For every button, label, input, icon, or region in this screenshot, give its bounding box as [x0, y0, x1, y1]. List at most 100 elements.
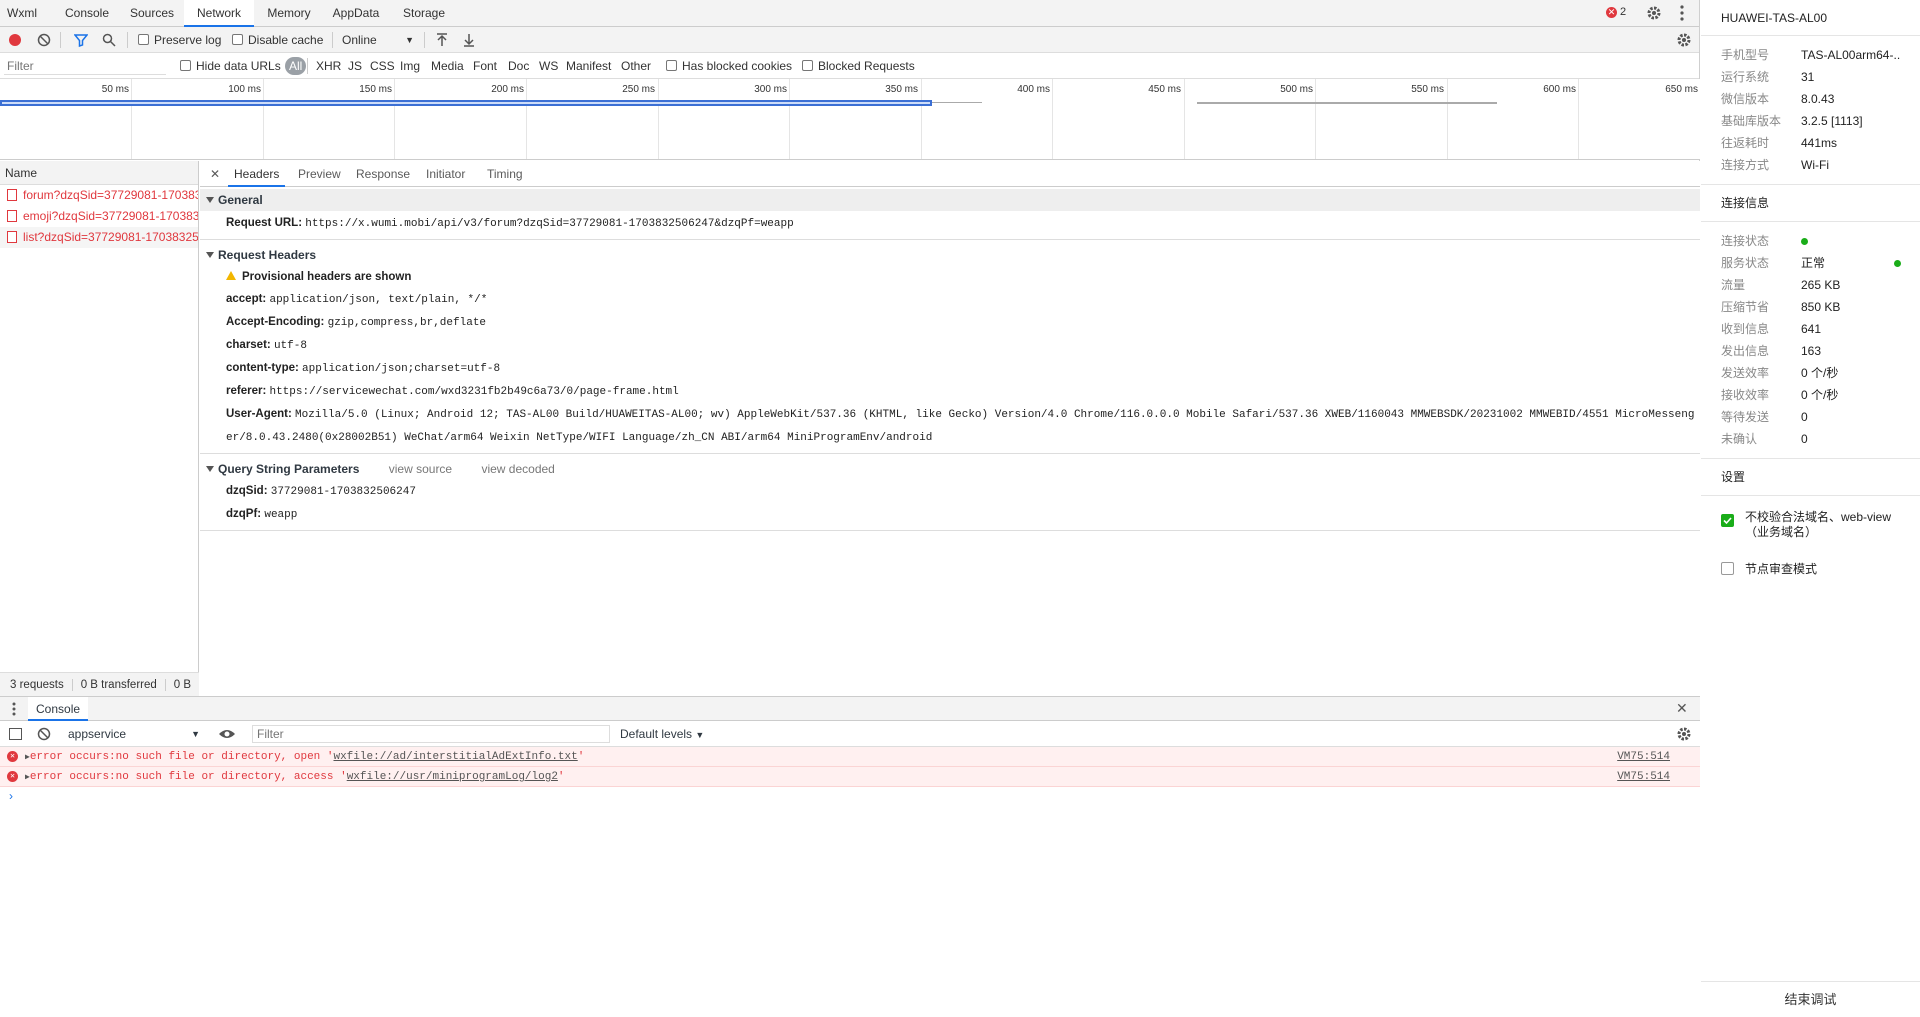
log-levels-select[interactable]: Default levels ▼ — [620, 721, 704, 747]
header-row: Accept-Encoding: gzip,compress,br,deflat… — [226, 316, 487, 329]
has-blocked-cookies-label: Has blocked cookies — [682, 59, 793, 73]
tab-wxml[interactable]: Wxml — [0, 0, 44, 27]
query-params-section-toggle[interactable]: Query String Parameters view source view… — [200, 458, 1700, 480]
timeline-tick-label: 600 ms — [1543, 84, 1576, 95]
type-filter-media[interactable]: Media — [431, 53, 464, 79]
sidebar-toggle-icon[interactable] — [9, 728, 22, 740]
tab-timing[interactable]: Timing — [487, 161, 523, 187]
connection-section-title: 连接信息 — [1721, 196, 1770, 210]
error-file-link[interactable]: wxfile://ad/interstitialAdExtInfo.txt — [333, 751, 577, 763]
console-error-message[interactable]: ✕ ▶error occurs:no such file or director… — [0, 747, 1700, 767]
clear-console-icon[interactable] — [37, 727, 51, 741]
error-text: error occurs:no such file or directory, … — [29, 771, 347, 783]
expand-triangle-icon — [206, 197, 214, 203]
tab-preview[interactable]: Preview — [298, 161, 341, 187]
general-title: General — [218, 193, 263, 207]
type-filter-all[interactable]: All — [285, 57, 307, 75]
console-drawer: Console ✕ appservice ▼ Default levels ▼ — [0, 696, 1700, 1017]
view-decoded-link[interactable]: view decoded — [481, 462, 554, 476]
checkbox-checked-icon[interactable] — [1721, 514, 1734, 527]
device-info-row: 手机型号 TAS-AL00arm64-... — [1721, 48, 1901, 62]
header-row: referer: https://servicewechat.com/wxd32… — [226, 385, 679, 398]
tab-storage[interactable]: Storage — [398, 0, 450, 27]
type-filter-manifest[interactable]: Manifest — [566, 53, 611, 79]
source-link[interactable]: VM75:514 — [1617, 767, 1670, 787]
import-har-icon[interactable] — [436, 33, 448, 47]
type-filter-img[interactable]: Img — [400, 53, 420, 79]
warning-icon — [226, 271, 236, 280]
type-filter-font[interactable]: Font — [473, 53, 497, 79]
console-tab-bar: Console ✕ — [0, 697, 1700, 721]
console-tab[interactable]: Console — [28, 697, 89, 721]
requests-count: 3 requests — [0, 679, 73, 691]
request-row[interactable]: emoji?dzqSid=37729081-1703832506247&dzqP… — [0, 206, 198, 227]
request-list: Name forum?dzqSid=37729081-1703832506247… — [0, 161, 199, 696]
has-blocked-cookies-checkbox[interactable]: Has blocked cookies — [666, 53, 792, 79]
type-filter-ws[interactable]: WS — [539, 53, 558, 79]
disable-cache-checkbox[interactable]: Disable cache — [232, 27, 323, 53]
checkbox-icon[interactable] — [1721, 562, 1734, 575]
name-column-header[interactable]: Name — [0, 161, 198, 185]
console-filter-input[interactable] — [252, 725, 610, 743]
device-name: HUAWEI-TAS-AL00 — [1701, 0, 1920, 36]
query-param-row: dzqSid: 37729081-1703832506247 — [226, 485, 416, 498]
timeline-tick-label: 200 ms — [491, 84, 524, 95]
clear-icon[interactable] — [37, 33, 51, 47]
filter-input[interactable] — [4, 57, 166, 75]
record-icon[interactable] — [9, 34, 21, 46]
drawer-menu-icon[interactable] — [12, 701, 16, 717]
request-headers-section-toggle[interactable]: Request Headers — [200, 244, 1700, 266]
timeline-tick-label: 250 ms — [622, 84, 655, 95]
close-drawer-icon[interactable]: ✕ — [1676, 700, 1688, 717]
view-source-link[interactable]: view source — [389, 462, 452, 476]
node-inspect-setting[interactable]: 节点审查模式 — [1701, 556, 1920, 582]
hide-data-urls-checkbox[interactable]: Hide data URLs — [180, 53, 281, 79]
general-section-toggle[interactable]: General — [200, 189, 1700, 211]
error-icon: ✕ — [7, 771, 18, 782]
tab-sources[interactable]: Sources — [124, 0, 180, 27]
request-name: list?dzqSid=37729081-1703832506247&dzqPf… — [23, 230, 198, 244]
tab-network[interactable]: Network — [184, 0, 254, 27]
console-prompt-icon[interactable]: › — [9, 789, 13, 803]
error-counter[interactable]: ✕ 2 — [1606, 6, 1626, 18]
tab-appdata[interactable]: AppData — [328, 0, 384, 27]
status-dot-icon — [1801, 238, 1808, 245]
timeline-tick-label: 50 ms — [101, 84, 129, 95]
type-filter-other[interactable]: Other — [621, 53, 651, 79]
skip-domain-check-setting[interactable]: 不校验合法域名、web-view（业务域名） — [1701, 508, 1920, 556]
tab-console[interactable]: Console — [59, 0, 115, 27]
export-har-icon[interactable] — [463, 33, 475, 47]
source-link[interactable]: VM75:514 — [1617, 747, 1670, 767]
request-row[interactable]: forum?dzqSid=37729081-1703832506247&dzqP… — [0, 185, 198, 206]
type-filter-doc[interactable]: Doc — [508, 53, 529, 79]
console-error-message[interactable]: ✕ ▶error occurs:no such file or director… — [0, 767, 1700, 787]
tab-response[interactable]: Response — [356, 161, 410, 187]
close-detail-icon[interactable]: ✕ — [210, 161, 220, 187]
context-value: appservice — [68, 727, 127, 741]
throttling-select[interactable]: Online ▼ — [342, 27, 414, 53]
preserve-log-checkbox[interactable]: Preserve log — [138, 27, 221, 53]
request-row-selected[interactable]: list?dzqSid=37729081-1703832506247&dzqPf… — [0, 227, 198, 248]
tab-memory[interactable]: Memory — [262, 0, 316, 27]
filter-icon[interactable] — [74, 33, 88, 47]
error-icon: ✕ — [1606, 6, 1617, 18]
type-filter-css[interactable]: CSS — [370, 53, 395, 79]
tab-headers[interactable]: Headers — [228, 161, 286, 187]
error-icon: ✕ — [7, 751, 18, 762]
search-icon[interactable] — [102, 33, 116, 47]
more-options-icon[interactable] — [1680, 4, 1684, 22]
settings-gear-icon[interactable] — [1646, 5, 1662, 21]
blocked-requests-checkbox[interactable]: Blocked Requests — [802, 53, 915, 79]
hide-data-urls-label: Hide data URLs — [196, 59, 281, 73]
file-icon — [7, 231, 17, 243]
context-select[interactable]: appservice ▼ — [68, 721, 200, 747]
network-settings-gear-icon[interactable] — [1676, 32, 1692, 48]
eye-icon[interactable] — [218, 727, 236, 741]
console-settings-gear-icon[interactable] — [1676, 726, 1692, 742]
timeline-overview[interactable]: 50 ms 100 ms 150 ms 200 ms 250 ms 300 ms… — [0, 79, 1700, 160]
end-debug-button[interactable]: 结束调试 — [1701, 981, 1920, 1017]
error-file-link[interactable]: wxfile://usr/miniprogramLog/log2 — [347, 771, 558, 783]
tab-initiator[interactable]: Initiator — [426, 161, 465, 187]
type-filter-xhr[interactable]: XHR — [316, 53, 341, 79]
type-filter-js[interactable]: JS — [348, 53, 362, 79]
